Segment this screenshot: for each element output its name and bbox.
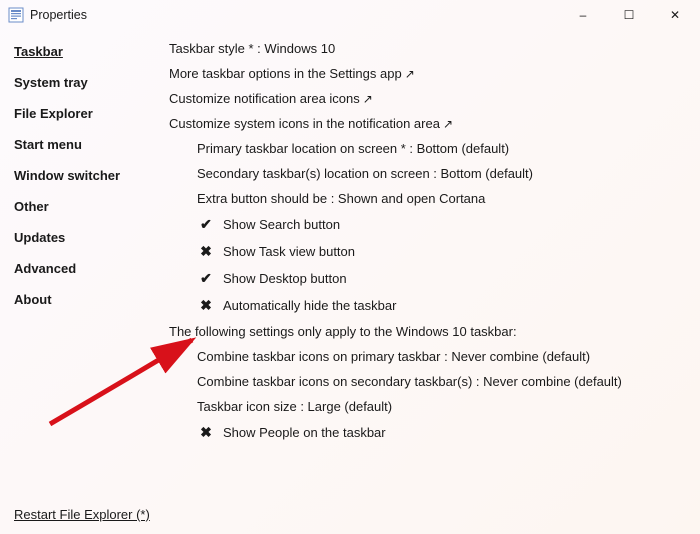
- setting-label: Primary taskbar location on screen * : B…: [197, 141, 509, 156]
- check-icon: ✔: [197, 270, 215, 287]
- setting-label: Combine taskbar icons on primary taskbar…: [197, 349, 590, 364]
- cross-icon: ✖: [197, 297, 215, 314]
- window-controls: – ☐ ✕: [560, 0, 698, 30]
- titlebar: Properties – ☐ ✕: [0, 0, 700, 30]
- app-icon: [8, 7, 24, 23]
- setting-label: Taskbar style * : Windows 10: [169, 41, 335, 56]
- setting-row[interactable]: More taskbar options in the Settings app…: [169, 61, 690, 86]
- setting-label: Show Search button: [223, 217, 340, 232]
- sidebar-item-start-menu[interactable]: Start menu: [14, 129, 155, 160]
- setting-label: The following settings only apply to the…: [169, 324, 517, 339]
- sidebar-item-taskbar[interactable]: Taskbar: [14, 36, 155, 67]
- check-icon: ✔: [197, 216, 215, 233]
- main-panel: Taskbar style * : Windows 10 More taskbar…: [155, 36, 700, 446]
- setting-row[interactable]: Taskbar style * : Windows 10: [169, 36, 690, 61]
- close-button[interactable]: ✕: [652, 0, 698, 30]
- external-link-icon: ↗: [363, 92, 373, 106]
- setting-row[interactable]: Primary taskbar location on screen * : B…: [169, 136, 690, 161]
- setting-label: Extra button should be : Shown and open …: [197, 191, 485, 206]
- cross-icon: ✖: [197, 424, 215, 441]
- setting-row[interactable]: Secondary taskbar(s) location on screen …: [169, 161, 690, 186]
- setting-label: Show Task view button: [223, 244, 355, 259]
- content-area: TaskbarSystem trayFile ExplorerStart men…: [0, 30, 700, 446]
- setting-row[interactable]: ✔ Show Desktop button: [169, 265, 690, 292]
- setting-row[interactable]: Extra button should be : Shown and open …: [169, 186, 690, 211]
- external-link-icon: ↗: [443, 117, 453, 131]
- setting-row[interactable]: Taskbar icon size : Large (default): [169, 394, 690, 419]
- sidebar: TaskbarSystem trayFile ExplorerStart men…: [0, 36, 155, 446]
- setting-row[interactable]: ✔ Show Search button: [169, 211, 690, 238]
- sidebar-item-other[interactable]: Other: [14, 191, 155, 222]
- setting-label: Show People on the taskbar: [223, 425, 386, 440]
- setting-label: Customize notification area icons: [169, 91, 360, 106]
- sidebar-item-advanced[interactable]: Advanced: [14, 253, 155, 284]
- setting-label: Secondary taskbar(s) location on screen …: [197, 166, 533, 181]
- sidebar-item-about[interactable]: About: [14, 284, 155, 315]
- setting-row[interactable]: ✖ Show People on the taskbar: [169, 419, 690, 446]
- cross-icon: ✖: [197, 243, 215, 260]
- external-link-icon: ↗: [405, 67, 415, 81]
- setting-label: Taskbar icon size : Large (default): [197, 399, 392, 414]
- maximize-button[interactable]: ☐: [606, 0, 652, 30]
- setting-row[interactable]: ✖ Show Task view button: [169, 238, 690, 265]
- setting-label: Show Desktop button: [223, 271, 347, 286]
- window-title: Properties: [30, 8, 560, 22]
- setting-label: More taskbar options in the Settings app: [169, 66, 402, 81]
- setting-row[interactable]: Customize system icons in the notificati…: [169, 111, 690, 136]
- setting-label: Automatically hide the taskbar: [223, 298, 396, 313]
- setting-row[interactable]: Combine taskbar icons on secondary taskb…: [169, 369, 690, 394]
- setting-row[interactable]: ✖ Automatically hide the taskbar: [169, 292, 690, 319]
- setting-label: Combine taskbar icons on secondary taskb…: [197, 374, 622, 389]
- restart-explorer-link[interactable]: Restart File Explorer (*): [14, 507, 150, 522]
- sidebar-item-system-tray[interactable]: System tray: [14, 67, 155, 98]
- sidebar-item-window-switcher[interactable]: Window switcher: [14, 160, 155, 191]
- setting-row[interactable]: The following settings only apply to the…: [169, 319, 690, 344]
- setting-row[interactable]: Combine taskbar icons on primary taskbar…: [169, 344, 690, 369]
- setting-row[interactable]: Customize notification area icons↗: [169, 86, 690, 111]
- minimize-button[interactable]: –: [560, 0, 606, 30]
- setting-label: Customize system icons in the notificati…: [169, 116, 440, 131]
- sidebar-item-file-explorer[interactable]: File Explorer: [14, 98, 155, 129]
- sidebar-item-updates[interactable]: Updates: [14, 222, 155, 253]
